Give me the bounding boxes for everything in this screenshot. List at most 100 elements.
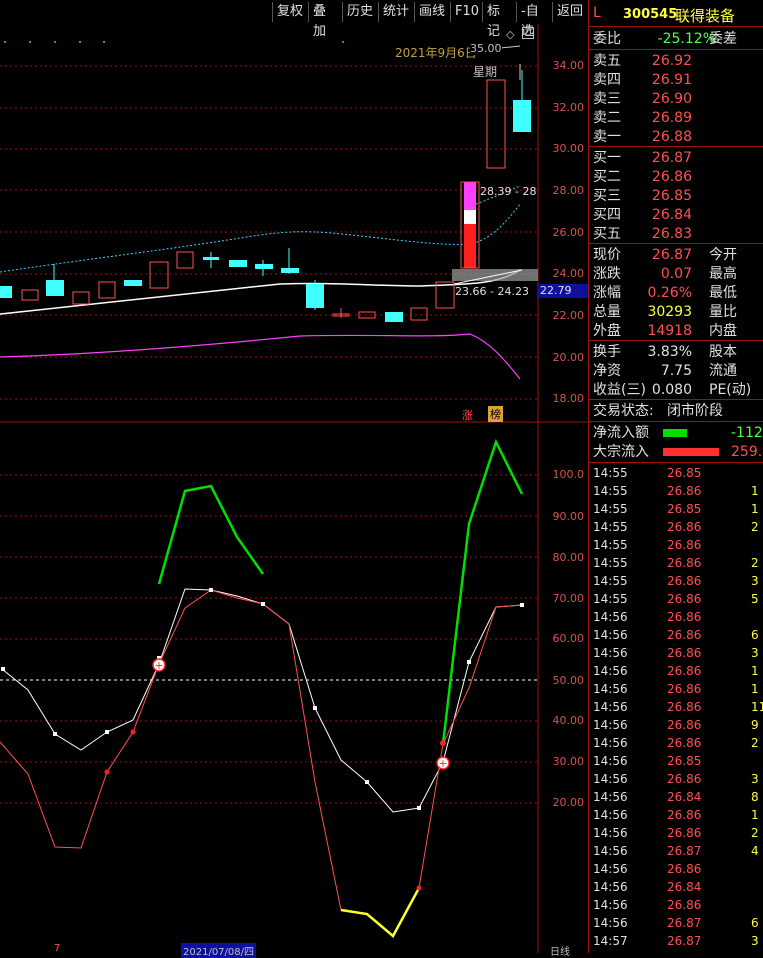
candle [203,257,219,260]
bid-row-4[interactable]: 买四 26.84 [591,206,763,224]
tick-price: 26.86 [667,538,702,552]
stat-row: 现价 26.87 今开 [591,246,763,264]
indicator-tick: 70.00 [552,592,585,605]
tick-volume: 2 [751,556,759,570]
high-price-label: 35.00 [470,42,502,55]
window-toggle-icon[interactable]: ▫ [522,27,534,39]
f10-button[interactable]: F10 [450,2,482,22]
ask-row-4[interactable]: 卖四 26.91 [591,71,763,89]
ask-price: 26.90 [651,91,692,107]
bid-label: 买一 [593,150,621,166]
stat-label: 内盘 [709,323,737,339]
candle [149,261,169,289]
chart-area[interactable]: + + [0,24,588,953]
ask-row-3[interactable]: 卖三 26.90 [591,90,763,108]
block-flow-row: 大宗流入 259.4 [591,443,763,461]
band-label: 23.66 - 24.23 [455,285,529,298]
tick-price: 26.86 [667,556,702,570]
tick-row: 14:56 26.86 3 [591,770,763,788]
fin-label: 收益(三) [593,382,646,398]
tick-price: 26.86 [667,700,702,714]
indicator-tick: 100.0 [552,468,585,481]
bid-row-1[interactable]: 买一 26.87 [591,149,763,167]
indicator-tick: 80.00 [552,551,585,564]
price-tick: 30.00 [552,142,585,155]
block-flow-label: 大宗流入 [593,444,649,460]
watchlist-button[interactable]: -自选 [516,2,552,39]
netflow-bar [663,429,687,437]
history-button[interactable]: 历史 [342,2,378,22]
diamond-icon[interactable]: ◇ [506,28,514,41]
period-label[interactable]: 日线 [550,943,570,958]
ask-label: 卖三 [593,91,621,107]
tick-price: 26.85 [667,466,702,480]
tick-row: 14:56 26.86 2 [591,824,763,842]
ask-row-2[interactable]: 卖二 26.89 [591,109,763,127]
cursor-date-label: 2021/07/08/四 [181,943,257,958]
tick-row: 14:55 26.86 [591,536,763,554]
statistics-button[interactable]: 统计 [378,2,414,22]
tick-time: 14:55 [593,520,628,534]
tick-price: 26.86 [667,718,702,732]
tick-row: 14:55 26.85 1 [591,500,763,518]
tick-volume: 6 [751,628,759,642]
tick-time: 14:57 [593,934,628,948]
tick-price: 26.86 [667,592,702,606]
tick-time: 14:55 [593,502,628,516]
stat-row: 涨跌 0.07 最高 [591,265,763,283]
ranking-badge[interactable]: 榜 [488,406,503,422]
restore-rights-button[interactable]: 复权 [272,2,308,22]
tick-price: 26.86 [667,484,702,498]
candle [98,281,116,299]
tick-time: 14:56 [593,628,628,642]
stat-value: 14918 [647,323,692,339]
overlay-button[interactable]: 叠加 [308,2,342,39]
stat-label: 最低 [709,285,737,301]
weibi-value: -25.12% [657,31,716,47]
stat-label: 最高 [709,266,737,282]
stat-row: 外盘 14918 内盘 [591,322,763,340]
indicator-tick: 50.00 [552,674,585,687]
block-flow-bar [663,448,719,456]
limit-up-badge[interactable]: 涨 [462,407,473,423]
tick-price: 26.85 [667,502,702,516]
bid-label: 买二 [593,169,621,185]
stat-value: 0.07 [660,266,692,282]
tick-time: 14:56 [593,826,628,840]
fin-value: 3.83% [647,344,692,360]
fin-row: 换手 3.83% 股本 [591,343,763,361]
bid-price: 26.85 [651,188,692,204]
bid-row-2[interactable]: 买二 26.86 [591,168,763,186]
bid-row-5[interactable]: 买五 26.83 [591,225,763,243]
block-flow-value: 259.4 [731,444,763,460]
trade-status-value: 闭市阶段 [667,403,723,419]
price-tick: 28.00 [552,184,585,197]
bid-price: 26.86 [651,169,692,185]
svg-text:+: + [154,659,163,672]
ask-row-5[interactable]: 卖五 26.92 [591,52,763,70]
bid-row-3[interactable]: 买三 26.85 [591,187,763,205]
tick-row: 14:56 26.86 1 [591,662,763,680]
netflow-value: -112.5 [731,425,763,441]
tick-volume: 9 [751,718,759,732]
fin-row: 收益(三) 0.080 PE(动) [591,381,763,399]
fin-label: 流通 [709,363,737,379]
candle [410,307,428,321]
ask-price: 26.91 [651,72,692,88]
stat-label: 量比 [709,304,737,320]
volume-bar-red [464,224,476,268]
tick-price: 26.87 [667,916,702,930]
tick-row: 14:56 26.86 [591,608,763,626]
draw-line-button[interactable]: 画线 [414,2,450,22]
stat-label: 今开 [709,247,737,263]
candle [486,79,506,169]
tick-row: 14:56 26.86 1 [591,806,763,824]
mark-button[interactable]: 标记 [482,2,516,39]
tick-volume: 3 [751,646,759,660]
ask-row-1[interactable]: 卖一 26.88 [591,128,763,146]
back-button[interactable]: 返回 [552,2,588,22]
tick-row: 14:56 26.84 [591,878,763,896]
candle [72,291,90,305]
bid-price: 26.87 [651,150,692,166]
weekday-label: 星期 [473,65,498,79]
